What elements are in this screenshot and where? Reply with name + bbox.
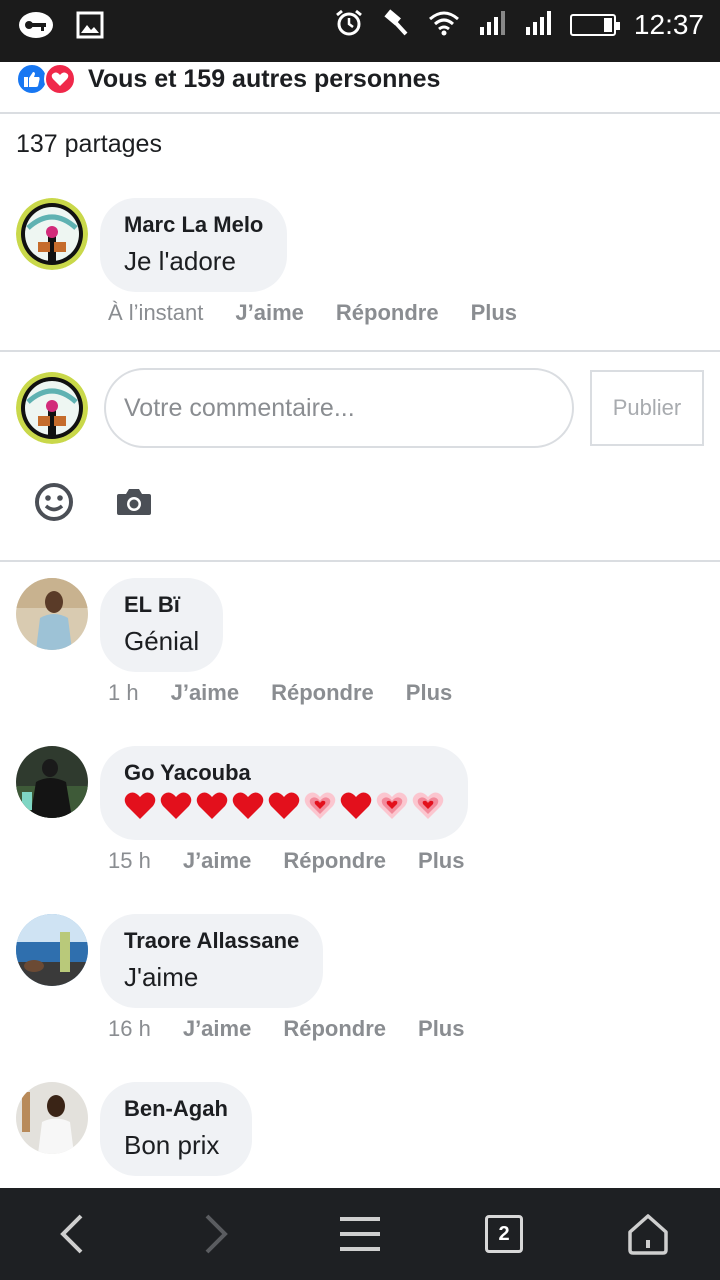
alarm-icon [334, 8, 364, 43]
divider [0, 112, 720, 114]
comment-bubble[interactable]: Marc La Melo Je l'adore [100, 198, 288, 292]
more-button[interactable]: Plus [418, 1016, 464, 1042]
like-button[interactable]: J’aime [235, 300, 304, 326]
comment-author[interactable]: EL Bï [124, 590, 199, 620]
comment-text: Bon prix [124, 1130, 220, 1160]
comment-bubble[interactable]: Traore Allassane J'aime [100, 914, 324, 1008]
menu-icon[interactable] [320, 1194, 400, 1274]
growing-heart-icon [376, 790, 408, 825]
avatar[interactable] [16, 914, 88, 986]
avatar[interactable] [16, 578, 88, 650]
like-button[interactable]: J’aime [171, 680, 240, 706]
forward-icon[interactable] [176, 1194, 256, 1274]
more-button[interactable]: Plus [471, 300, 517, 326]
avatar[interactable] [16, 746, 88, 818]
reactions-text: Vous et 159 autres personnes [88, 64, 441, 93]
comment-author[interactable]: Go Yacouba [124, 758, 444, 788]
facebook-comments-page: 12:37 Vous et 159 autres personnes 137 p… [0, 0, 720, 1280]
comment-input[interactable] [104, 368, 574, 448]
emoji-icon[interactable] [34, 482, 74, 527]
red-heart-icon [160, 790, 192, 825]
more-button[interactable]: Plus [406, 680, 452, 706]
comment-emoji-text [124, 788, 444, 826]
reply-button[interactable]: Répondre [283, 1016, 386, 1042]
comment-bubble[interactable]: Ben-Agah Bon prix [100, 1082, 252, 1176]
divider [0, 350, 720, 352]
back-icon[interactable] [32, 1194, 112, 1274]
comment-time: 16 h [108, 1016, 151, 1041]
comment-time: À l’instant [108, 300, 204, 325]
comment-time: 15 h [108, 848, 151, 873]
comment-actions: À l’instant J’aime Répondre Plus [108, 300, 517, 326]
camera-icon[interactable] [116, 487, 152, 522]
comment-composer: Publier [16, 367, 706, 449]
divider [0, 560, 720, 562]
avatar [16, 372, 88, 444]
wifi-icon [428, 9, 460, 42]
comment-text: J'aime [124, 962, 199, 992]
comment-bubble[interactable]: EL Bï Génial [100, 578, 224, 672]
hammer-icon [382, 8, 410, 42]
clock: 12:37 [633, 9, 704, 40]
status-bar: 12:37 [0, 0, 720, 62]
shares-count[interactable]: 137 partages [16, 130, 162, 159]
comment-author[interactable]: Ben-Agah [124, 1094, 228, 1124]
home-icon[interactable] [608, 1194, 688, 1274]
tabs-icon[interactable]: 2 [464, 1194, 544, 1274]
comment-actions: 16 h J’aime Répondre Plus [108, 1016, 464, 1042]
growing-heart-icon [304, 790, 336, 825]
browser-nav-bar: 2 [0, 1188, 720, 1280]
comment-actions: 1 h J’aime Répondre Plus [108, 680, 452, 706]
tabs-count: 2 [485, 1215, 523, 1253]
avatar[interactable] [16, 1082, 88, 1154]
comment-text: Je l'adore [124, 246, 236, 276]
comment-time: 1 h [108, 680, 139, 705]
reply-button[interactable]: Répondre [271, 680, 374, 706]
red-heart-icon [196, 790, 228, 825]
battery-icon [569, 14, 620, 36]
reply-button[interactable]: Répondre [283, 848, 386, 874]
like-button[interactable]: J’aime [183, 848, 252, 874]
comment-author[interactable]: Traore Allassane [124, 926, 299, 956]
red-heart-icon [124, 790, 156, 825]
red-heart-icon [268, 790, 300, 825]
red-heart-icon [232, 790, 264, 825]
reply-button[interactable]: Répondre [336, 300, 439, 326]
avatar[interactable] [16, 198, 88, 270]
composer-tools [34, 482, 152, 527]
growing-heart-icon [412, 790, 444, 825]
love-icon [44, 63, 76, 95]
comment-bubble[interactable]: Go Yacouba [100, 746, 468, 840]
key-icon [18, 10, 54, 45]
image-icon [76, 11, 104, 44]
comment-actions: 15 h J’aime Répondre Plus [108, 848, 464, 874]
more-button[interactable]: Plus [418, 848, 464, 874]
signal-icon [478, 9, 506, 42]
comment-author[interactable]: Marc La Melo [124, 210, 263, 240]
signal-icon [524, 9, 552, 42]
reactions-summary[interactable]: Vous et 159 autres personnes [16, 62, 440, 96]
comment-text: Génial [124, 626, 200, 656]
red-heart-icon [340, 790, 372, 825]
like-button[interactable]: J’aime [183, 1016, 252, 1042]
publish-button[interactable]: Publier [590, 370, 704, 446]
